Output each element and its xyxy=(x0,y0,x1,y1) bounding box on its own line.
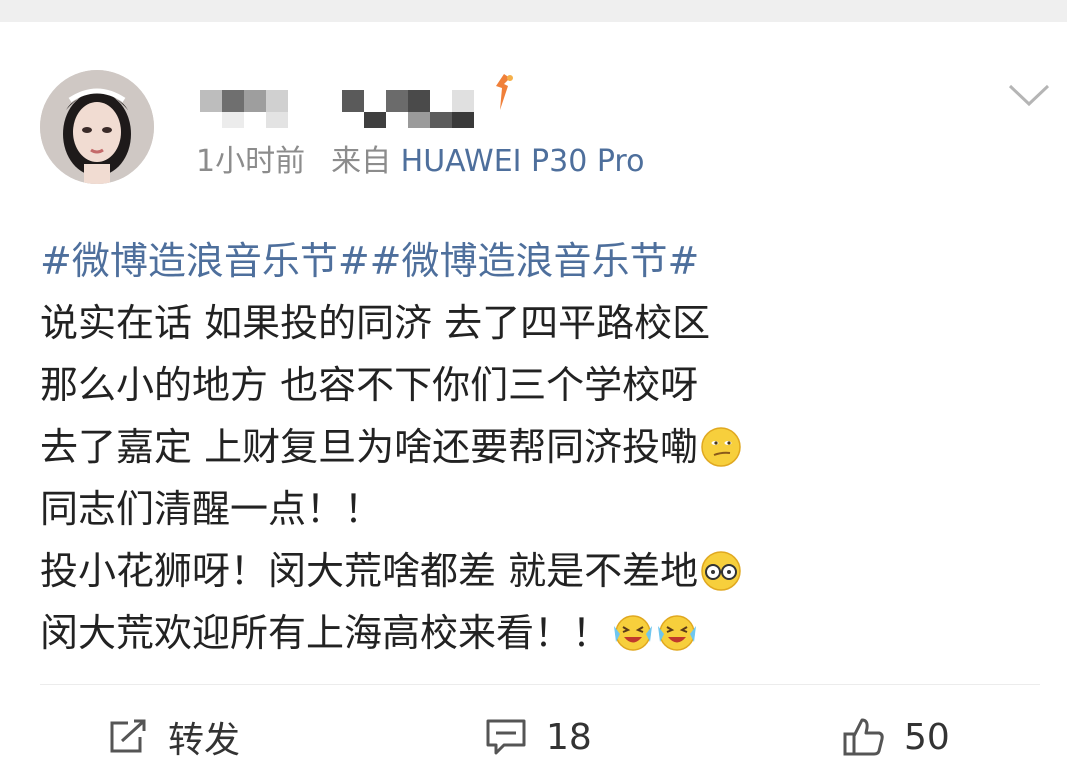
post-meta: 1小时前 来自 HUAWEI P30 Pro xyxy=(196,140,644,184)
content-line-3: 去了嘉定 上财复旦为啥还要帮同济投嘞 xyxy=(40,425,699,469)
weibo-post-card: 1小时前 来自 HUAWEI P30 Pro #微博造浪音乐节##微博造浪音乐节#… xyxy=(0,22,1067,762)
content-line-5-wrap: 投小花狮呀！闵大荒啥都差 就是不差地 xyxy=(40,540,1040,602)
content-line-6-wrap: 闵大荒欢迎所有上海高校来看！！ xyxy=(40,602,1040,664)
content-line-1: 说实在话 如果投的同济 去了四平路校区 xyxy=(40,301,711,345)
comment-icon xyxy=(486,719,526,755)
smirk-emoji-icon xyxy=(701,427,741,467)
content-line-5: 投小花狮呀！闵大荒啥都差 就是不差地 xyxy=(40,549,699,593)
hashtag-link[interactable]: #微博造浪音乐节##微博造浪音乐节# xyxy=(40,230,1040,292)
content-line-2: 那么小的地方 也容不下你们三个学校呀 xyxy=(40,363,699,407)
repost-icon xyxy=(110,719,146,753)
source-prefix: 来自 xyxy=(331,144,392,179)
content-line-3-wrap: 去了嘉定 上财复旦为啥还要帮同济投嘞 xyxy=(40,416,1040,478)
glasses-emoji-icon xyxy=(701,551,741,591)
post-content: #微博造浪音乐节##微博造浪音乐节# 说实在话 如果投的同济 去了四平路校区 那… xyxy=(40,230,1040,664)
divider xyxy=(40,684,1040,685)
laughing-tears-emoji-icon xyxy=(658,615,697,651)
content-line-6: 闵大荒欢迎所有上海高校来看！！ xyxy=(40,611,611,655)
laughing-tears-emoji-icon xyxy=(614,615,653,651)
like-count: 50 xyxy=(904,716,950,758)
source-device[interactable]: HUAWEI P30 Pro xyxy=(401,144,645,179)
avatar[interactable] xyxy=(40,70,154,184)
post-time: 1小时前 xyxy=(196,144,306,179)
repost-label: 转发 xyxy=(168,720,241,761)
thumbs-up-icon xyxy=(843,718,884,756)
author-name-obscured[interactable] xyxy=(200,82,520,132)
content-line-4: 同志们清醒一点！！ xyxy=(40,487,383,531)
vip-badge-icon xyxy=(496,74,513,110)
top-strip xyxy=(0,0,1067,22)
chevron-down-icon[interactable] xyxy=(1006,80,1052,110)
comment-count: 18 xyxy=(546,716,592,758)
